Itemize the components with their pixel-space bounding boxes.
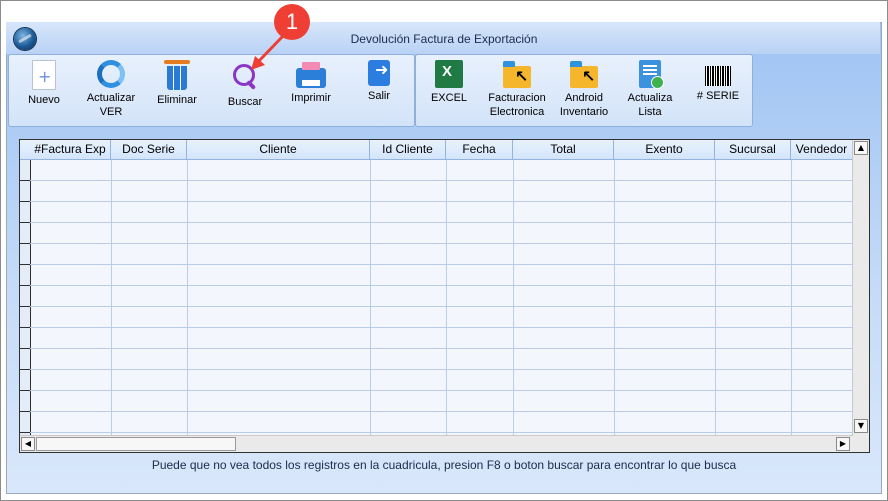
row-selector-line [20, 306, 30, 307]
window-title: Devolución Factura de Exportación [350, 32, 538, 46]
electronic-invoicing-button[interactable]: Facturacion Electronica [484, 60, 550, 119]
column-header-vendedor[interactable]: Vendedor [791, 140, 853, 159]
horizontal-scrollbar[interactable]: ◀ ▶ [20, 435, 853, 452]
row-selector-line [20, 180, 30, 181]
trash-icon [164, 60, 190, 90]
grid-row-line [30, 264, 853, 265]
excel-button[interactable]: EXCEL [428, 60, 470, 105]
column-header-exento[interactable]: Exento [614, 140, 715, 159]
vertical-scrollbar[interactable]: ▲ ▼ [852, 140, 869, 436]
grid-row-line [30, 432, 853, 433]
new-button[interactable]: Nuevo [24, 60, 64, 107]
print-button-label: Imprimir [291, 92, 331, 104]
row-selector-line [20, 348, 30, 349]
row-selector-line [20, 243, 30, 244]
column-header-cliente[interactable]: Cliente [187, 140, 370, 159]
refresh-view-button[interactable]: Actualizar VER [80, 60, 142, 119]
toolbar-group-main [8, 54, 415, 127]
excel-button-label: EXCEL [430, 92, 468, 104]
grid-row-line [30, 369, 853, 370]
grid-row-line [30, 411, 853, 412]
search-icon [229, 60, 261, 92]
row-selector-line [20, 264, 30, 265]
column-header-doc-serie[interactable]: Doc Serie [111, 140, 187, 159]
new-button-label: Nuevo [28, 94, 60, 106]
data-grid[interactable]: #Factura Exp Doc Serie Cliente Id Client… [19, 139, 870, 453]
android-inventory-button-label: Android Inventario [559, 92, 609, 118]
grid-row-line [30, 327, 853, 328]
row-selector-column[interactable] [20, 140, 31, 436]
delete-button-label: Eliminar [157, 94, 197, 106]
refresh-icon [97, 60, 125, 88]
annotation-badge: 1 [274, 4, 310, 40]
folder-arrow-icon [570, 61, 598, 88]
scroll-up-button[interactable]: ▲ [854, 141, 868, 155]
row-selector-line [20, 390, 30, 391]
status-hint: Puede que no vea todos los registros en … [151, 458, 737, 472]
android-inventory-button[interactable]: Android Inventario [556, 60, 612, 119]
printer-icon [296, 62, 326, 88]
exit-button-label: Salir [367, 90, 390, 102]
exit-button[interactable]: Salir [360, 60, 398, 103]
electronic-invoicing-button-label: Facturacion Electronica [488, 92, 546, 118]
scroll-right-button[interactable]: ▶ [836, 437, 850, 451]
grid-row-line [30, 222, 853, 223]
scroll-left-button[interactable]: ◀ [21, 437, 35, 451]
column-header-total[interactable]: Total [513, 140, 614, 159]
grid-row-line [30, 243, 853, 244]
row-selector-line [20, 411, 30, 412]
row-selector-line [20, 327, 30, 328]
column-header-id-cliente[interactable]: Id Cliente [370, 140, 446, 159]
scroll-down-button[interactable]: ▼ [854, 419, 868, 433]
column-header-factura-exp[interactable]: #Factura Exp [30, 140, 111, 159]
scrollbar-corner [853, 436, 869, 452]
barcode-icon [705, 66, 731, 86]
grid-row-line [30, 180, 853, 181]
grid-row-line [30, 348, 853, 349]
row-selector-line [20, 285, 30, 286]
exit-icon [368, 60, 390, 86]
search-button[interactable]: Buscar [222, 60, 268, 109]
grid-row-line [30, 390, 853, 391]
update-list-button-label: Actualiza Lista [627, 92, 673, 118]
print-button[interactable]: Imprimir [288, 60, 334, 105]
new-document-icon [32, 60, 56, 90]
list-refresh-icon [639, 60, 664, 89]
grid-row-line [30, 201, 853, 202]
delete-button[interactable]: Eliminar [152, 60, 202, 107]
grid-row-line [30, 285, 853, 286]
folder-arrow-icon [503, 61, 531, 88]
row-selector-line [20, 369, 30, 370]
horizontal-scroll-thumb[interactable] [36, 437, 236, 451]
search-button-label: Buscar [227, 96, 263, 108]
column-header-fecha[interactable]: Fecha [446, 140, 513, 159]
refresh-view-button-label: Actualizar VER [86, 92, 136, 118]
row-selector-line [20, 201, 30, 202]
grid-header: #Factura Exp Doc Serie Cliente Id Client… [20, 140, 853, 160]
row-selector-line [20, 432, 30, 433]
serial-number-button-label: # SERIE [696, 90, 740, 102]
row-selector-line [20, 222, 30, 223]
serial-number-button[interactable]: # SERIE [694, 60, 742, 103]
update-list-button[interactable]: Actualiza Lista [624, 60, 676, 119]
grid-row-line [30, 306, 853, 307]
excel-icon [435, 60, 463, 88]
column-header-sucursal[interactable]: Sucursal [715, 140, 791, 159]
